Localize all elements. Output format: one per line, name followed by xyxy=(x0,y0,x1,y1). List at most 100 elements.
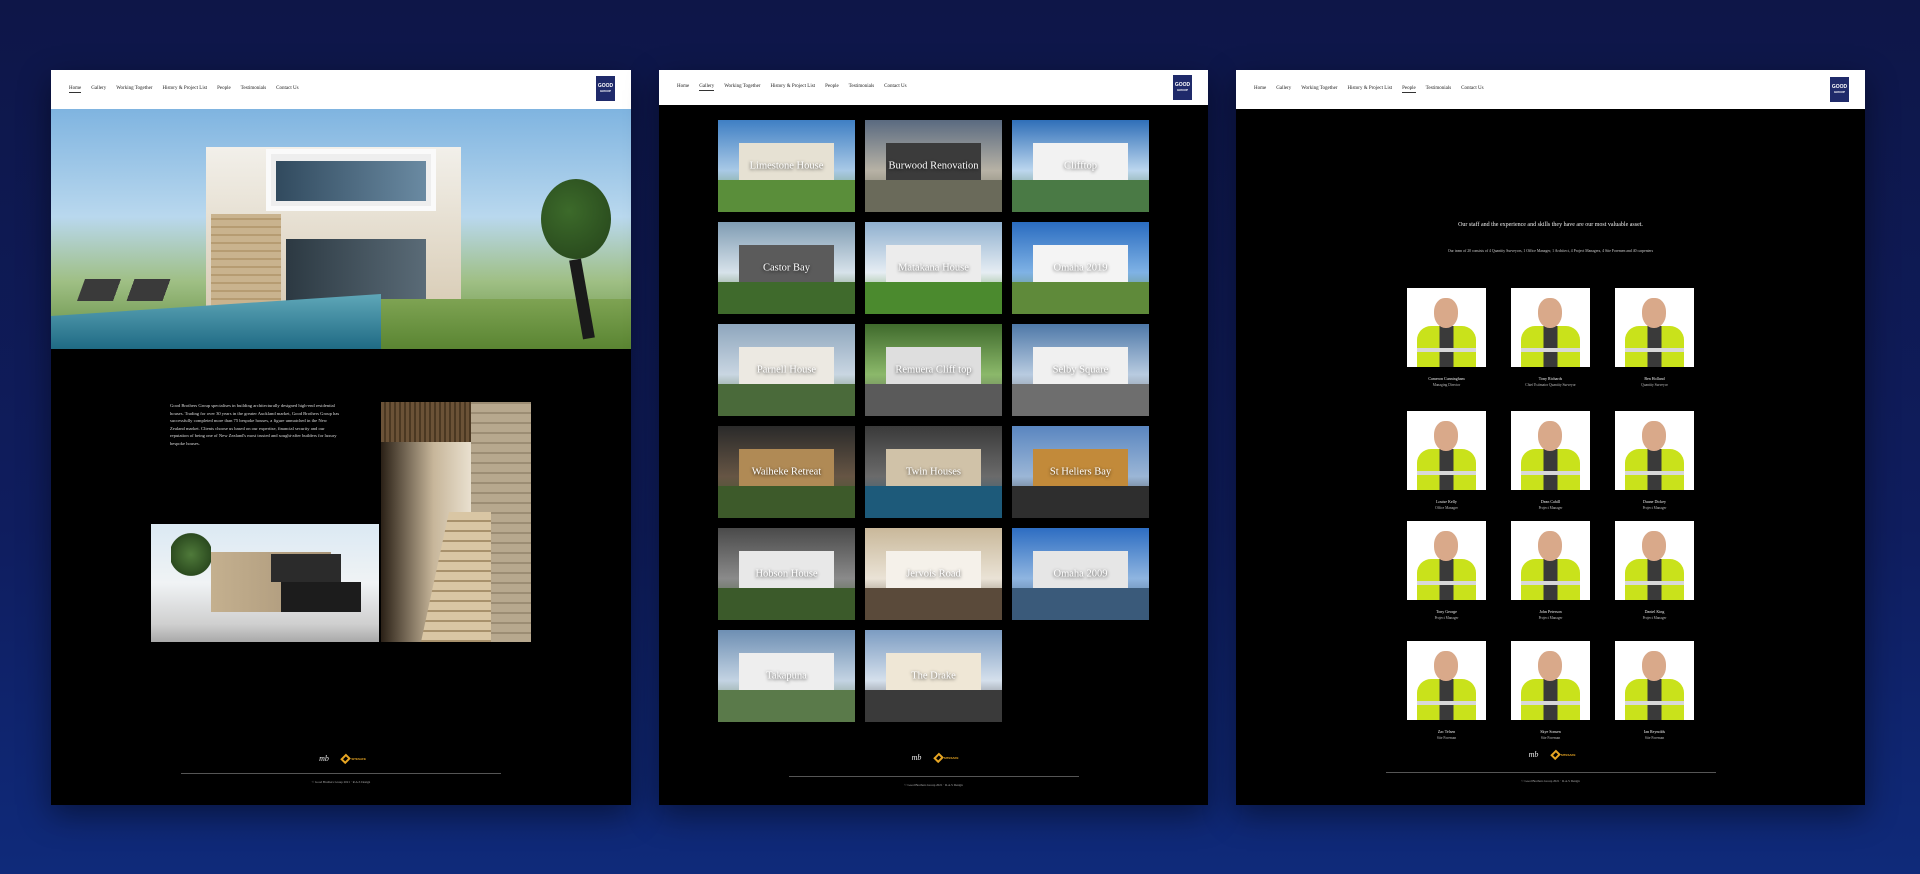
gallery-tile-jervois-road[interactable]: Jervois Road xyxy=(865,528,1002,620)
gallery-tile-burwood-renovation[interactable]: Burwood Renovation xyxy=(865,120,1002,212)
footer-copyright: © Good Brothers Group 2021 · R.A.S Desig… xyxy=(311,780,371,784)
project-photo-ground xyxy=(865,179,1002,212)
staff-role: Chief Estimator Quantity Surveyor xyxy=(1525,383,1576,387)
nav-item-contact-us[interactable]: Contact Us xyxy=(1461,86,1483,93)
gallery-tile-castor-bay[interactable]: Castor Bay xyxy=(718,222,855,314)
master-builders-logo[interactable]: mb xyxy=(1526,746,1542,764)
sitesafe-logo[interactable]: SITESAFE xyxy=(340,753,366,765)
diamond-icon xyxy=(932,752,944,764)
staircase-image xyxy=(381,402,531,642)
staff-role: Project Manager xyxy=(1642,506,1667,510)
project-photo-ground xyxy=(1012,587,1149,620)
intro-paragraph: Good Brothers Group specialises in build… xyxy=(170,403,340,446)
project-photo-ground xyxy=(1012,485,1149,518)
nav-item-history-project-list[interactable]: History & Project List xyxy=(162,86,207,93)
project-photo-ground xyxy=(865,281,1002,314)
nav-item-home[interactable]: Home xyxy=(1254,86,1266,93)
nav-item-testimonials[interactable]: Testimonials xyxy=(241,86,266,93)
nav-menu: Home Gallery Working Together History & Pro… xyxy=(659,84,907,91)
staff-name: Cameron Cunningham xyxy=(1428,376,1465,381)
footer-copyright: © Good Brothers Group 2021 · R.A.S Desig… xyxy=(904,783,963,787)
nav-item-testimonials[interactable]: Testimonials xyxy=(1426,86,1451,93)
staff-card: Daniel King Project Manager xyxy=(1615,521,1694,641)
staff-name: Tony Richards xyxy=(1538,376,1563,381)
project-photo-ground xyxy=(718,179,855,212)
people-team-summary: Our team of 20 consists of 4 Quantity Su… xyxy=(1447,249,1654,253)
gallery-tile-label: Matakana House xyxy=(898,262,969,274)
gallery-tile-omaha-2019[interactable]: Omaha 2019 xyxy=(1012,222,1149,314)
people-tagline: Our staff and the experience and skills … xyxy=(1458,222,1643,228)
gallery-tile-st-heliers-bay[interactable]: St Heliers Bay xyxy=(1012,426,1149,518)
gallery-tile-hobson-house[interactable]: Hobson House xyxy=(718,528,855,620)
project-photo-ground xyxy=(865,587,1002,620)
home-page-screenshot: Home Gallery Working Together History & Pro… xyxy=(51,70,631,805)
gallery-tile-limestone-house[interactable]: Limestone House xyxy=(718,120,855,212)
gallery-tile-takapuna[interactable]: Takapuna xyxy=(718,630,855,722)
nav-item-people[interactable]: People xyxy=(1402,86,1416,93)
staff-photo xyxy=(1407,288,1486,367)
good-group-logo[interactable]: GOOD GROUP xyxy=(1830,77,1849,102)
sitesafe-logo[interactable]: SITESAFE xyxy=(1549,749,1576,761)
staff-name: John Peterson xyxy=(1539,609,1562,614)
logo-subtext: GROUP xyxy=(1833,90,1845,94)
nav-item-people[interactable]: People xyxy=(825,84,839,91)
nav-item-contact-us[interactable]: Contact Us xyxy=(884,84,906,91)
staff-card: Tony George Project Manager xyxy=(1407,521,1486,641)
people-page-screenshot: Home Gallery Working Together History & Pro… xyxy=(1236,70,1865,805)
gallery-tile-selby-square[interactable]: Selby Square xyxy=(1012,324,1149,416)
staff-name: Tony George xyxy=(1436,609,1457,614)
nav-item-gallery[interactable]: Gallery xyxy=(1276,86,1291,93)
nav-item-testimonials[interactable]: Testimonials xyxy=(849,84,874,91)
staff-name: Daniel King xyxy=(1644,609,1665,614)
footer-copyright: © Good Brothers Group 2021 · R.A.S Desig… xyxy=(1521,779,1580,783)
staff-name: Duane Dickey xyxy=(1643,499,1666,504)
gallery-tile-matakana-house[interactable]: Matakana House xyxy=(865,222,1002,314)
staff-photo xyxy=(1511,411,1590,490)
gallery-tile-waiheke-retreat[interactable]: Waiheke Retreat xyxy=(718,426,855,518)
good-group-logo[interactable]: GOOD GROUP xyxy=(596,76,615,101)
nav-menu: Home Gallery Working Together History & Pro… xyxy=(51,86,299,93)
nav-item-home[interactable]: Home xyxy=(677,84,689,91)
logo-subtext: GROUP xyxy=(1176,88,1188,92)
nav-item-working-together[interactable]: Working Together xyxy=(724,84,760,91)
nav-item-people[interactable]: People xyxy=(217,86,231,93)
staff-role: Project Manager xyxy=(1642,616,1667,620)
gallery-tile-label: Clifftop xyxy=(1063,160,1098,172)
sitesafe-text: SITESAFE xyxy=(351,757,366,761)
nav-item-working-together[interactable]: Working Together xyxy=(1301,86,1337,93)
sitesafe-logo[interactable]: SITESAFE xyxy=(932,752,959,764)
gallery-tile-the-drake[interactable]: The Drake xyxy=(865,630,1002,722)
nav-item-gallery[interactable]: Gallery xyxy=(91,86,106,93)
gallery-tile-remuera-cliff-top[interactable]: Remuera Cliff top xyxy=(865,324,1002,416)
footer-divider xyxy=(789,776,1079,777)
sitesafe-text: SITESAFE xyxy=(943,756,959,760)
master-builders-logo[interactable]: mb xyxy=(316,750,332,768)
gallery-tile-parnell-house[interactable]: Parnell House xyxy=(718,324,855,416)
staff-name: Dean Cahill xyxy=(1540,499,1561,504)
staff-name: Skye Sonsen xyxy=(1540,729,1561,734)
gallery-tile-label: Hobson House xyxy=(755,568,818,580)
gallery-tile-twin-houses[interactable]: Twin Houses xyxy=(865,426,1002,518)
nav-item-working-together[interactable]: Working Together xyxy=(116,86,152,93)
gallery-tile-clifftop[interactable]: Clifftop xyxy=(1012,120,1149,212)
top-navigation: Home Gallery Working Together History & Pro… xyxy=(659,70,1208,105)
diamond-icon xyxy=(1549,749,1561,761)
nav-item-gallery[interactable]: Gallery xyxy=(699,84,715,91)
gallery-tile-label: The Drake xyxy=(911,670,956,682)
master-builders-logo[interactable]: mb xyxy=(909,749,925,767)
staff-card: Dean Cahill Project Manager xyxy=(1511,411,1590,531)
gallery-tile-omaha-2009[interactable]: Omaha 2009 xyxy=(1012,528,1149,620)
staff-grid: Cameron Cunningham Managing Director Tony … xyxy=(1407,288,1694,761)
nav-item-contact-us[interactable]: Contact Us xyxy=(276,86,298,93)
gallery-tile-label: Remuera Cliff top xyxy=(895,364,972,376)
good-group-logo[interactable]: GOOD GROUP xyxy=(1173,75,1192,100)
diamond-icon xyxy=(340,753,352,765)
staff-photo xyxy=(1407,641,1486,720)
staff-photo xyxy=(1511,521,1590,600)
nav-item-history-project-list[interactable]: History & Project List xyxy=(1347,86,1392,93)
logo-subtext: GROUP xyxy=(599,89,611,93)
gallery-tile-label: Omaha 2009 xyxy=(1053,568,1108,580)
nav-item-home[interactable]: Home xyxy=(69,86,82,93)
nav-item-history-project-list[interactable]: History & Project List xyxy=(770,84,815,91)
staff-name: Ian Reynolds xyxy=(1643,729,1666,734)
